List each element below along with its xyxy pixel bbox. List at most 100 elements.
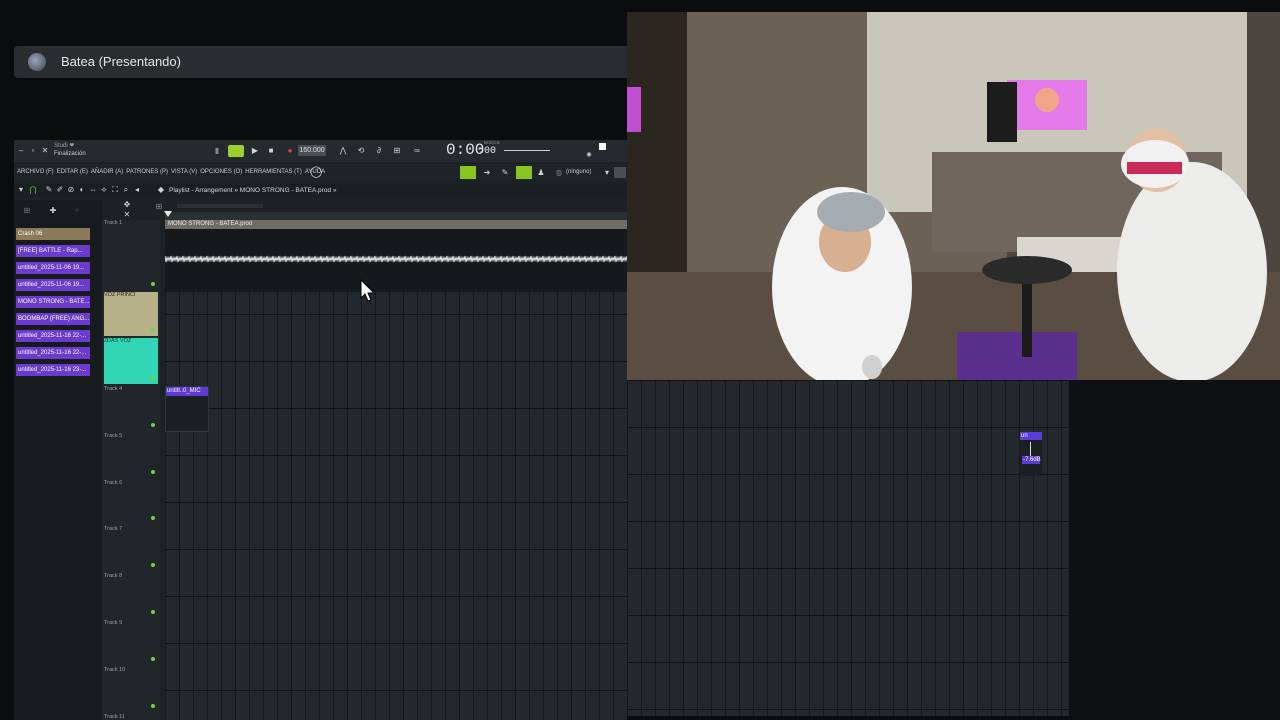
- close-icon[interactable]: ✕: [40, 146, 50, 156]
- panel-toggle[interactable]: [614, 167, 626, 178]
- horizontal-scroll[interactable]: [177, 204, 263, 208]
- play-icon[interactable]: ▶: [250, 146, 260, 156]
- tool-x-icon[interactable]: ✕: [122, 210, 132, 220]
- chevron-down-icon[interactable]: ▾: [602, 168, 612, 178]
- track-label: Track 9: [104, 620, 123, 626]
- browser-item-label: [FREE] BATTLE - Rap...: [18, 248, 83, 254]
- arrangement-icon[interactable]: ◆: [156, 185, 166, 195]
- track-enable-icon[interactable]: [151, 376, 155, 380]
- tempo-display[interactable]: 160.000: [298, 145, 326, 156]
- browser-item-label: untitled_2025-11-16 22-...: [18, 333, 87, 339]
- browser-item[interactable]: untitled_2025-11-16 23-...: [16, 364, 90, 376]
- pin-icon[interactable]: ▮: [212, 146, 222, 156]
- browser-item[interactable]: untitled_2025-11-06 19...: [16, 279, 90, 291]
- track-enable-icon[interactable]: [151, 657, 155, 661]
- speaker-icon[interactable]: ◂: [132, 185, 142, 195]
- track-enable-icon[interactable]: [151, 704, 155, 708]
- cpu-meter: [599, 143, 606, 150]
- playlist-menu-icon[interactable]: ▾: [16, 185, 26, 195]
- track-header[interactable]: Track 6: [104, 480, 158, 524]
- track-label: Track 8: [104, 573, 123, 579]
- track-header[interactable]: 2DAS VOZ: [104, 338, 158, 384]
- track-header[interactable]: Track 11: [104, 714, 158, 720]
- pattern-song-toggle[interactable]: [228, 145, 244, 157]
- add-track-icon[interactable]: ✥: [122, 200, 132, 210]
- track-header[interactable]: Track 8: [104, 573, 158, 618]
- browser-plus-icon[interactable]: ✚: [48, 206, 58, 216]
- countdown-icon[interactable]: ∂: [374, 146, 384, 156]
- menu-patrones[interactable]: PATRONES (P): [126, 169, 168, 175]
- audio-clip[interactable]: MONO STRONG - BATEA.prod: [165, 220, 627, 292]
- track-enable-icon[interactable]: [151, 423, 155, 427]
- brush-icon[interactable]: ✎: [500, 168, 510, 178]
- menu-editar[interactable]: EDITAR (E): [57, 169, 88, 175]
- master-pitch-icon[interactable]: ◉: [584, 150, 594, 160]
- browser-item[interactable]: MONO STRONG - BATE...✚: [16, 296, 90, 308]
- playlist-title: Playlist - Arrangement » MONO STRONG - B…: [169, 187, 337, 194]
- stop-icon[interactable]: ■: [266, 146, 276, 156]
- playlist-header-strip: ✥ ✕ ⊞: [102, 200, 627, 220]
- playhead-marker[interactable]: [164, 211, 172, 217]
- delete-icon[interactable]: ⊘: [66, 185, 76, 195]
- menu-opciones[interactable]: OPCIONES (O): [200, 169, 242, 175]
- track-enable-icon[interactable]: [151, 470, 155, 474]
- record-icon[interactable]: ●: [285, 146, 295, 156]
- playlist-grid[interactable]: MONO STRONG - BATEA.prod untitl..0_MIC: [165, 220, 627, 720]
- browser-item[interactable]: [FREE] BATTLE - Rap...✚: [16, 245, 90, 257]
- plug-icon[interactable]: ◍: [554, 168, 564, 178]
- menu-herramientas[interactable]: HERRAMIENTAS (T): [245, 169, 302, 175]
- track-header[interactable]: Track 1: [104, 220, 158, 290]
- menu-anadir[interactable]: AÑADIR (A): [91, 169, 123, 175]
- browser-item-label: Crash 06: [18, 231, 43, 237]
- menu-vista[interactable]: VISTA (V): [171, 169, 197, 175]
- timeline-ruler[interactable]: [165, 212, 627, 220]
- browser-search-icon[interactable]: ✧: [72, 206, 82, 216]
- magnet-icon[interactable]: ⋂: [28, 185, 38, 195]
- browser-menu-icon[interactable]: ⊞: [22, 206, 32, 216]
- track-header[interactable]: Track 7: [104, 526, 158, 571]
- zoom-icon[interactable]: ⌕: [121, 185, 131, 195]
- browser-item[interactable]: untitled_2025-11-16 22-...: [16, 330, 90, 342]
- track-enable-icon[interactable]: [151, 516, 155, 520]
- track-header[interactable]: Track 9: [104, 620, 158, 665]
- blend-icon[interactable]: ⊞: [392, 146, 402, 156]
- output-select[interactable]: (ninguno): [566, 169, 591, 175]
- track-header[interactable]: Track 10: [104, 667, 158, 712]
- pencil-icon[interactable]: ✎: [44, 185, 54, 195]
- small-clip[interactable]: untitl..0_MIC: [165, 386, 209, 432]
- track-enable-icon[interactable]: [151, 563, 155, 567]
- track-enable-icon[interactable]: [151, 610, 155, 614]
- browser-item[interactable]: untitled_2025-11-06 19...: [16, 262, 90, 274]
- master-volume-slider[interactable]: [504, 150, 550, 151]
- arrow-right-icon[interactable]: ➜: [482, 168, 492, 178]
- track-enable-icon[interactable]: [151, 282, 155, 286]
- slice-icon[interactable]: ⟡: [99, 185, 109, 195]
- bell-icon[interactable]: ♟: [536, 168, 546, 178]
- slip-icon[interactable]: ⇔: [88, 185, 98, 195]
- right-clip[interactable]: un -7.6dB: [1020, 432, 1042, 476]
- browser-item[interactable]: untitled_2025-11-16 22-...: [16, 347, 90, 359]
- select-icon[interactable]: ⛶: [110, 185, 120, 195]
- snap-icon[interactable]: ⊞: [154, 202, 164, 212]
- minimize-icon[interactable]: –: [16, 146, 26, 156]
- small-clip-title: untitl..0_MIC: [167, 388, 201, 394]
- track-header[interactable]: Track 4: [104, 386, 158, 431]
- loop-icon[interactable]: ∞: [412, 146, 422, 156]
- track-enable-icon[interactable]: [151, 328, 155, 332]
- mixer-button[interactable]: [460, 166, 476, 179]
- mute-icon[interactable]: ◐: [77, 185, 87, 195]
- menu-archivo[interactable]: ARCHIVO (F): [17, 169, 54, 175]
- playlist-grid-continued[interactable]: un -7.6dB: [627, 380, 1069, 716]
- metronome-icon[interactable]: ⋀: [338, 146, 348, 156]
- link-button[interactable]: [516, 166, 532, 179]
- paint-icon[interactable]: ✐: [55, 185, 65, 195]
- track-header[interactable]: Track 5: [104, 433, 158, 478]
- browser-item[interactable]: Crash 06✚: [16, 228, 90, 240]
- wait-icon[interactable]: ⟲: [356, 146, 366, 156]
- browser-item[interactable]: BOOMBAP (FREE) ANG...: [16, 313, 90, 325]
- restore-icon[interactable]: ▫: [28, 146, 38, 156]
- presenter-name: Batea (Presentando): [61, 54, 181, 69]
- track-label: Track 5: [104, 433, 123, 439]
- track-header[interactable]: VOZ PRINCI: [104, 292, 158, 336]
- tool-circle-icon[interactable]: ◯: [310, 167, 322, 178]
